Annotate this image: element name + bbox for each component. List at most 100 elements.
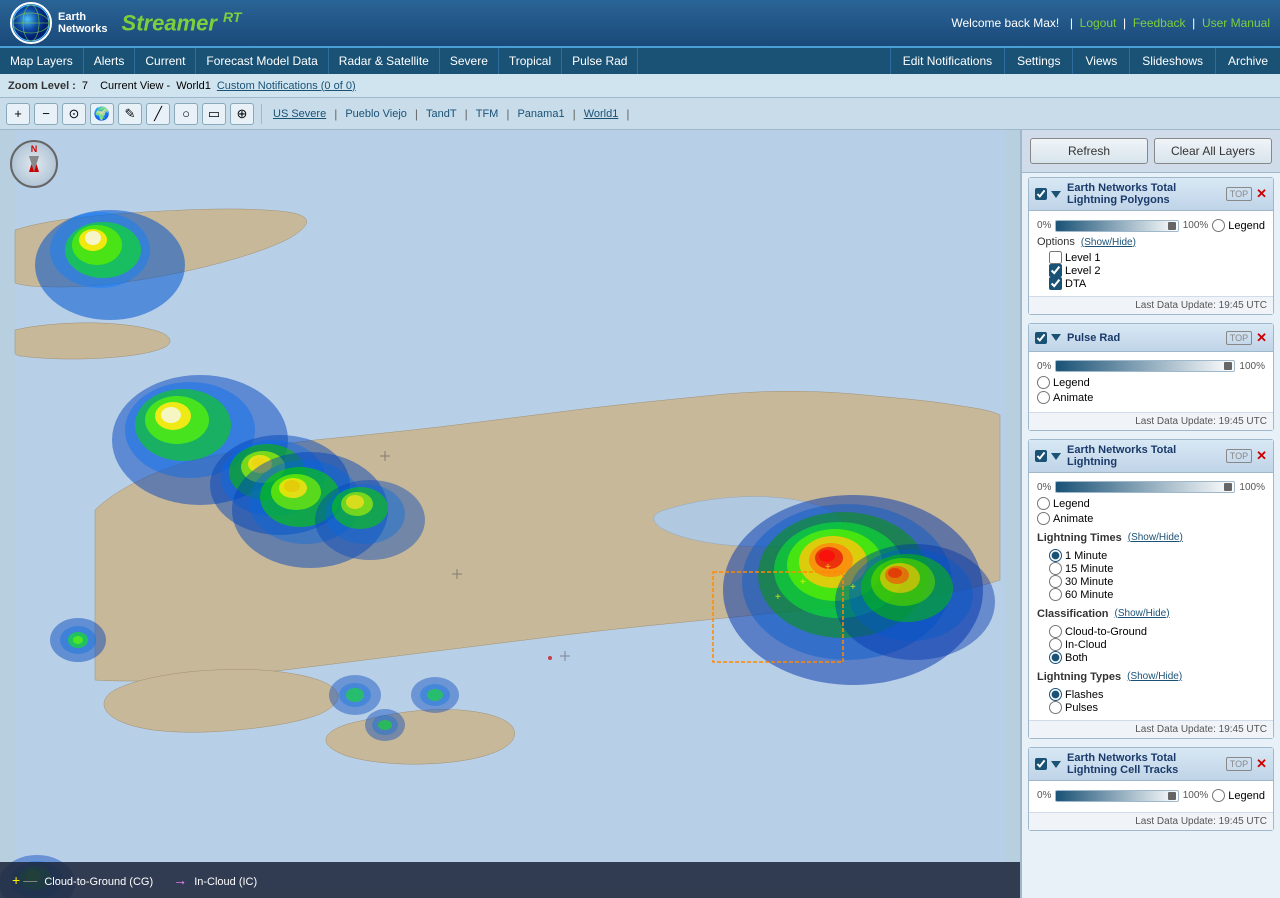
zoom-out-button[interactable]: − bbox=[34, 103, 58, 125]
layer-top-icon-lightning-polygons[interactable]: TOP bbox=[1226, 187, 1252, 201]
layer-toggle-pulse-rad[interactable] bbox=[1035, 332, 1047, 344]
options-row-polygons: Options (Show/Hide) bbox=[1037, 236, 1265, 248]
last-update-pulse: Last Data Update: 19:45 UTC bbox=[1029, 412, 1273, 430]
class-ctg[interactable]: Cloud-to-Ground bbox=[1049, 625, 1265, 638]
user-manual-link[interactable]: User Manual bbox=[1202, 16, 1270, 30]
map-area[interactable]: + + + + N + — Cloud-to-Ground (CG) → bbox=[0, 130, 1020, 898]
layer-body-en-lightning: 0% 100% Legend Animate Lightning Times bbox=[1029, 473, 1273, 720]
opacity-slider-tracks[interactable] bbox=[1055, 790, 1178, 802]
nav-pulse-rad[interactable]: Pulse Rad bbox=[562, 48, 638, 74]
nav-alerts[interactable]: Alerts bbox=[84, 48, 136, 74]
level2-input[interactable] bbox=[1049, 264, 1062, 277]
nav-radar-satellite[interactable]: Radar & Satellite bbox=[329, 48, 440, 74]
view-tandt[interactable]: TandT bbox=[422, 108, 461, 120]
collapse-lightning-polygons[interactable] bbox=[1051, 191, 1061, 198]
layer-close-lightning-polygons[interactable]: ✕ bbox=[1256, 186, 1267, 202]
dta-check[interactable]: DTA bbox=[1049, 277, 1265, 290]
refresh-button[interactable]: Refresh bbox=[1030, 138, 1148, 164]
nav-settings[interactable]: Settings bbox=[1004, 48, 1072, 74]
nav-archive[interactable]: Archive bbox=[1215, 48, 1280, 74]
lightning-times-row: Lightning Times (Show/Hide) bbox=[1037, 528, 1265, 546]
time-60min[interactable]: 60 Minute bbox=[1049, 588, 1265, 601]
level1-check[interactable]: Level 1 bbox=[1049, 251, 1265, 264]
crosshair-button[interactable]: ⊕ bbox=[230, 103, 254, 125]
layer-top-icon-en-lightning[interactable]: TOP bbox=[1226, 449, 1252, 463]
globe-button[interactable]: 🌍 bbox=[90, 103, 114, 125]
layer-toggle-cell-tracks[interactable] bbox=[1035, 758, 1047, 770]
opacity-max-pulse: 100% bbox=[1239, 361, 1265, 372]
logout-link[interactable]: Logout bbox=[1080, 16, 1117, 30]
layer-top-icon-cell-tracks[interactable]: TOP bbox=[1226, 757, 1252, 771]
rect-button[interactable]: ▭ bbox=[202, 103, 226, 125]
lightning-types-row: Lightning Types (Show/Hide) bbox=[1037, 667, 1265, 685]
layer-close-pulse-rad[interactable]: ✕ bbox=[1256, 330, 1267, 346]
main-content: + + + + N + — Cloud-to-Ground (CG) → bbox=[0, 130, 1280, 898]
options-show-hide-polygons[interactable]: (Show/Hide) bbox=[1081, 237, 1136, 248]
polygon-options: Level 1 Level 2 DTA bbox=[1037, 251, 1265, 290]
layer-title-en-lightning: Earth Networks Total Lightning bbox=[1067, 444, 1222, 468]
layer-close-en-lightning[interactable]: ✕ bbox=[1256, 448, 1267, 464]
layer-top-icon-pulse-rad[interactable]: TOP bbox=[1226, 331, 1252, 345]
class-both[interactable]: Both bbox=[1049, 651, 1265, 664]
zoom-in-button[interactable]: + bbox=[6, 103, 30, 125]
collapse-pulse-rad[interactable] bbox=[1051, 334, 1061, 341]
animate-radio-pulse[interactable]: Animate bbox=[1037, 391, 1265, 404]
nav-forecast-model-data[interactable]: Forecast Model Data bbox=[196, 48, 328, 74]
legend-radio-lightning[interactable]: Legend bbox=[1037, 497, 1265, 510]
view-panama1[interactable]: Panama1 bbox=[513, 108, 568, 120]
target-button[interactable]: ⊙ bbox=[62, 103, 86, 125]
time-30min[interactable]: 30 Minute bbox=[1049, 575, 1265, 588]
classification-row: Classification (Show/Hide) bbox=[1037, 604, 1265, 622]
collapse-cell-tracks[interactable] bbox=[1051, 761, 1061, 768]
custom-notifications-link[interactable]: Custom Notifications (0 of 0) bbox=[217, 80, 356, 92]
layer-body-pulse-rad: 0% 100% Legend Animate bbox=[1029, 352, 1273, 412]
layer-title-lightning-polygons: Earth Networks Total Lightning Polygons bbox=[1067, 182, 1222, 206]
line-button[interactable]: ╱ bbox=[146, 103, 170, 125]
opacity-slider-polygons[interactable] bbox=[1055, 220, 1178, 232]
layer-header-en-lightning: Earth Networks Total Lightning TOP ✕ bbox=[1029, 440, 1273, 473]
nav-slideshows[interactable]: Slideshows bbox=[1129, 48, 1215, 74]
view-world1[interactable]: World1 bbox=[580, 108, 623, 120]
time-15min[interactable]: 15 Minute bbox=[1049, 562, 1265, 575]
nav-tropical[interactable]: Tropical bbox=[499, 48, 562, 74]
view-tfm[interactable]: TFM bbox=[472, 108, 503, 120]
feedback-link[interactable]: Feedback bbox=[1133, 16, 1186, 30]
layer-card-cell-tracks: Earth Networks Total Lightning Cell Trac… bbox=[1028, 747, 1274, 831]
circle-button[interactable]: ○ bbox=[174, 103, 198, 125]
layer-toggle-en-lightning[interactable] bbox=[1035, 450, 1047, 462]
classification-show-hide[interactable]: (Show/Hide) bbox=[1115, 608, 1170, 619]
layer-body-lightning-polygons: 0% 100% Legend Options (Show/Hide) Level bbox=[1029, 211, 1273, 296]
layer-card-en-lightning: Earth Networks Total Lightning TOP ✕ 0% … bbox=[1028, 439, 1274, 739]
level1-input[interactable] bbox=[1049, 251, 1062, 264]
opacity-slider-pulse[interactable] bbox=[1055, 360, 1235, 372]
layer-toggle-lightning-polygons[interactable] bbox=[1035, 188, 1047, 200]
layer-close-cell-tracks[interactable]: ✕ bbox=[1256, 756, 1267, 772]
nav-views[interactable]: Views bbox=[1072, 48, 1129, 74]
lightning-times-label: Lightning Times bbox=[1037, 532, 1122, 544]
rt-badge: RT bbox=[223, 9, 241, 25]
clear-all-layers-button[interactable]: Clear All Layers bbox=[1154, 138, 1272, 164]
level2-check[interactable]: Level 2 bbox=[1049, 264, 1265, 277]
legend-radio-polygons[interactable]: Legend bbox=[1212, 219, 1265, 232]
collapse-en-lightning[interactable] bbox=[1051, 453, 1061, 460]
class-ic[interactable]: In-Cloud bbox=[1049, 638, 1265, 651]
view-pueblo-viejo[interactable]: Pueblo Viejo bbox=[341, 108, 411, 120]
nav-current[interactable]: Current bbox=[135, 48, 196, 74]
nav-edit-notifications[interactable]: Edit Notifications bbox=[890, 48, 1004, 74]
nav-map-layers[interactable]: Map Layers bbox=[0, 48, 84, 74]
lightning-types-options: Flashes Pulses bbox=[1037, 688, 1265, 714]
lightning-times-show-hide[interactable]: (Show/Hide) bbox=[1128, 532, 1183, 543]
legend-radio-tracks[interactable]: Legend bbox=[1212, 789, 1265, 802]
type-flashes[interactable]: Flashes bbox=[1049, 688, 1265, 701]
dta-input[interactable] bbox=[1049, 277, 1062, 290]
type-pulses[interactable]: Pulses bbox=[1049, 701, 1265, 714]
legend-radio-pulse[interactable]: Legend bbox=[1037, 376, 1265, 389]
map-legend: + — Cloud-to-Ground (CG) → In-Cloud (IC) bbox=[0, 862, 1020, 898]
animate-radio-lightning[interactable]: Animate bbox=[1037, 512, 1265, 525]
nav-severe[interactable]: Severe bbox=[440, 48, 499, 74]
opacity-slider-lightning[interactable] bbox=[1055, 481, 1235, 493]
view-us-severe[interactable]: US Severe bbox=[269, 108, 330, 120]
time-1min[interactable]: 1 Minute bbox=[1049, 549, 1265, 562]
lightning-types-show-hide[interactable]: (Show/Hide) bbox=[1127, 671, 1182, 682]
pencil-button[interactable]: ✎ bbox=[118, 103, 142, 125]
